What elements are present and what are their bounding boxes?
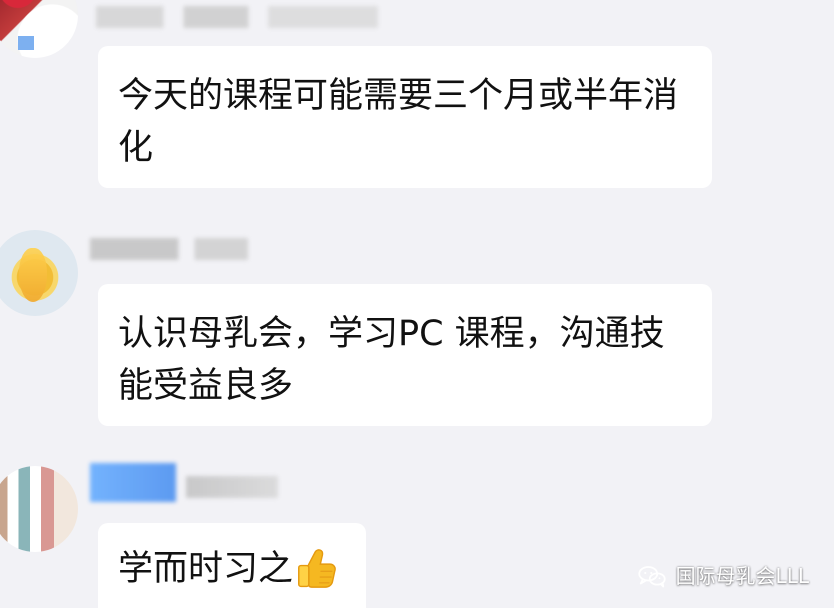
message-bubble-2[interactable]: 认识母乳会，学习PC 课程，沟通技能受益良多: [98, 284, 712, 426]
avatar-third-sender[interactable]: [0, 466, 78, 552]
blurred-sender-name-2: [90, 238, 248, 260]
avatar-second-sender[interactable]: [0, 230, 78, 316]
blurred-sender-badge-3: [90, 463, 176, 502]
avatar-first-sender[interactable]: [0, 0, 78, 58]
message-bubble-3[interactable]: 学而时习之: [98, 523, 366, 608]
blurred-sender-name-3: [186, 476, 278, 498]
chat-screenshot: 今天的课程可能需要三个月或半年消化 认识母乳会，学习PC 课程，沟通技能受益良多…: [0, 0, 834, 608]
thumbs-up-icon: [298, 549, 336, 588]
message-text-3: 学而时习之: [118, 543, 345, 595]
message-text-2: 认识母乳会，学习PC 课程，沟通技能受益良多: [118, 314, 665, 406]
message-text-3-content: 学而时习之: [118, 549, 294, 589]
wechat-watermark: 国际母乳会LLL: [637, 564, 809, 588]
blurred-avatar-mark: [18, 36, 34, 50]
message-bubble-1[interactable]: 今天的课程可能需要三个月或半年消化: [98, 46, 712, 188]
message-text-1: 今天的课程可能需要三个月或半年消化: [118, 76, 679, 168]
wechat-icon: [637, 566, 666, 588]
watermark-text: 国际母乳会LLL: [675, 564, 809, 588]
blurred-sender-name-1: [96, 6, 378, 28]
